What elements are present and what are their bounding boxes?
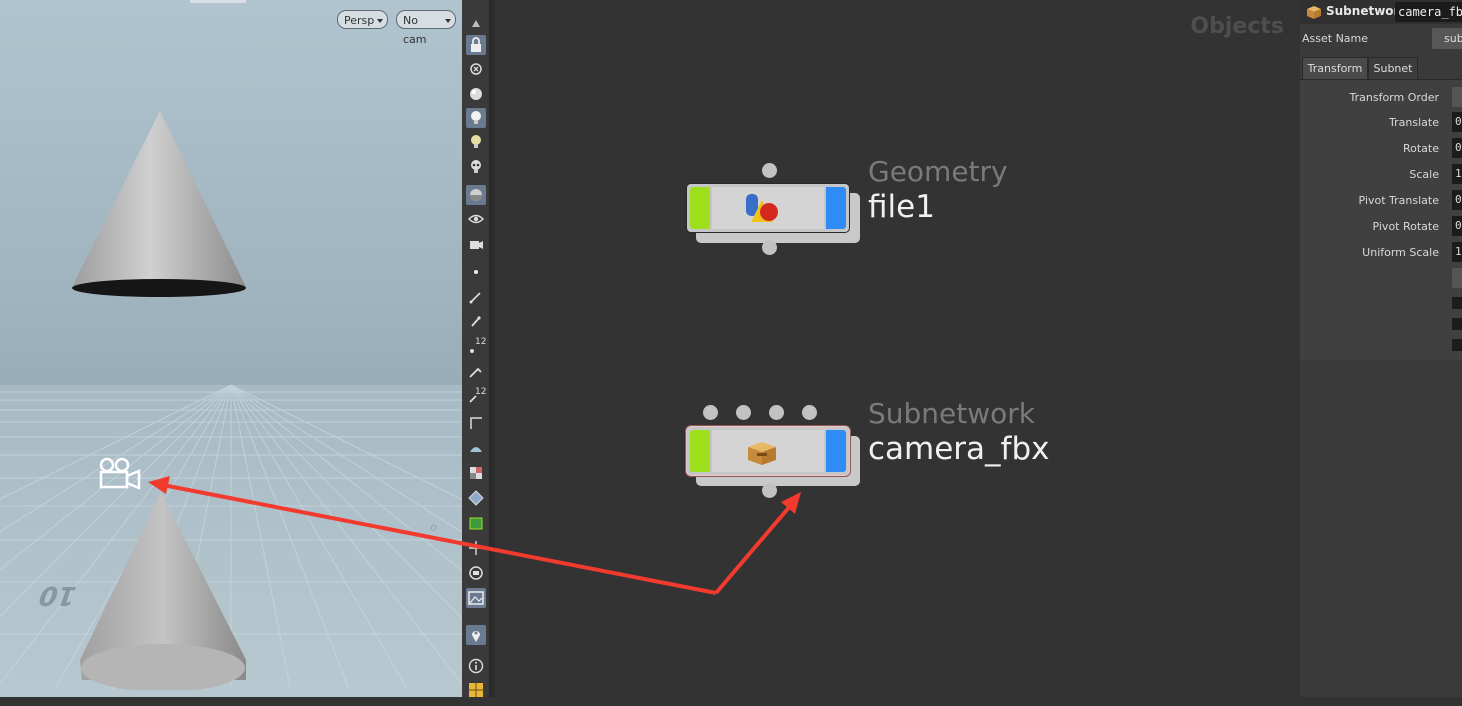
pivot-rotate-field[interactable]: 0 [1452,216,1462,236]
chevron-down-icon [377,19,383,23]
node-input-dot[interactable] [736,405,751,420]
pen-icon[interactable] [466,312,486,332]
light-bulb-icon[interactable] [466,108,486,128]
tab-transform[interactable]: Transform [1302,57,1368,79]
scroll-up-arrow[interactable] [466,14,486,34]
grid-icon[interactable] [466,680,486,700]
wrench-icon[interactable] [466,362,486,382]
point-icon[interactable] [466,262,486,282]
cube-outline-icon[interactable] [466,488,486,508]
info-icon[interactable] [466,656,486,676]
scale-field[interactable]: 1 [1452,164,1462,184]
camera-menu[interactable]: No cam [396,10,456,46]
location-pin-icon[interactable] [466,625,486,645]
asset-name-button[interactable]: sub [1432,28,1462,49]
node-input-dot[interactable] [703,405,718,420]
node-render-flag[interactable] [826,187,846,229]
brush-icon[interactable] [466,287,486,307]
hat-icon[interactable] [466,438,486,458]
node-input-dot[interactable] [802,405,817,420]
network-context-label: Objects [1190,14,1284,39]
number-12-alt-label: 12 [475,387,487,397]
rotate-field[interactable]: 0 [1452,138,1462,158]
rotate-label: Rotate [1402,142,1439,155]
cone-bottom-base [81,644,245,692]
camera-icon[interactable] [97,456,143,492]
camera-eye-icon[interactable] [466,234,486,254]
picture-icon[interactable] [466,588,486,608]
network-editor[interactable]: Objects Geometry file1 Subnetwork camera… [495,0,1300,697]
corner-icon[interactable] [466,413,486,433]
node-input-dot[interactable] [762,163,777,178]
pivot-rotate-label: Pivot Rotate [1372,220,1439,233]
transform-order-dropdown[interactable] [1452,87,1462,107]
cone-top-base [72,279,246,297]
node-render-flag[interactable] [826,430,846,472]
persp-menu[interactable]: Persp [337,10,388,29]
node-display-flag[interactable] [690,430,710,472]
eye-icon[interactable] [466,209,486,229]
green-frame-icon[interactable] [466,513,486,533]
pivot-translate-label: Pivot Translate [1358,194,1439,207]
translate-field[interactable]: 0 [1452,112,1462,132]
chevron-down-icon [445,19,451,23]
viewport-toolbar: 12 12 [462,0,490,697]
scale-label: Scale [1409,168,1439,181]
number-12-alt-icon[interactable]: 12 [466,387,486,407]
uniform-scale-field[interactable]: 1 [1452,242,1462,262]
checkbox[interactable] [1452,339,1462,351]
node-name-label[interactable]: camera_fbx [868,431,1050,467]
node-type-label: Subnetwork [868,397,1036,430]
close-circle-icon[interactable] [466,59,486,79]
geometry-icon [746,194,778,222]
persp-menu-label: Persp [344,14,375,27]
node-type-label: Geometry [868,155,1008,188]
uniform-scale-label: Uniform Scale [1362,246,1439,259]
lock-icon[interactable] [466,35,486,55]
number-12-label: 12 [475,337,487,347]
shaded-sphere-icon[interactable] [466,185,486,205]
light-bulb-outline-icon[interactable] [466,132,486,152]
asset-name-label: Asset Name [1302,32,1369,45]
tab-subnet[interactable]: Subnet [1368,57,1418,79]
cone-top[interactable] [72,111,246,287]
viewport-bottom-edge [0,690,462,697]
box-icon [1307,6,1321,19]
node-tile[interactable] [686,183,850,233]
scene-viewport[interactable]: Persp No cam 10 o [0,0,462,697]
node-output-dot[interactable] [762,240,777,255]
checkbox[interactable] [1452,297,1462,309]
node-display-flag[interactable] [690,187,710,229]
parameter-pane: Subnetwork camera_fbx Asset Name sub Tra… [1300,0,1462,697]
record-icon[interactable] [466,563,486,583]
node-input-dot[interactable] [769,405,784,420]
node-name-field[interactable]: camera_fbx [1395,2,1462,22]
transform-tab-panel: Transform Order Translate 0 Rotate 0 Sca… [1300,79,1462,360]
checkbox[interactable] [1452,318,1462,330]
number-12-icon[interactable]: 12 [466,337,486,357]
checker-icon[interactable] [466,463,486,483]
viewport-top-tab [190,0,246,3]
crosshair-icon[interactable] [466,538,486,558]
node-tile[interactable] [686,426,850,476]
node-name-label[interactable]: file1 [868,189,935,225]
pivot-translate-field[interactable]: 0 [1452,190,1462,210]
translate-label: Translate [1389,116,1439,129]
skull-icon[interactable] [466,157,486,177]
transform-order-label: Transform Order [1349,91,1439,104]
sphere-icon[interactable] [466,84,486,104]
node-output-dot[interactable] [762,483,777,498]
parameter-header: Subnetwork camera_fbx [1300,0,1462,24]
extra-dropdown[interactable] [1452,268,1462,288]
box-icon [748,442,776,465]
